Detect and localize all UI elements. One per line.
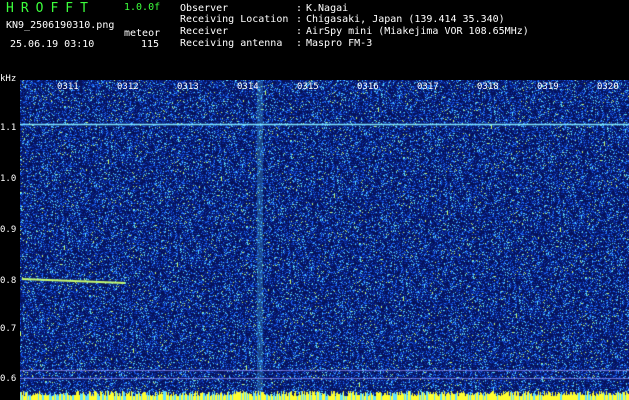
x-tick-label: 0314 <box>237 82 259 92</box>
x-tick-label: 0318 <box>477 82 499 92</box>
antenna-label: Receiving antenna <box>180 38 283 49</box>
filename-label: KN9_2506190310.png <box>6 20 115 31</box>
observer-label: Observer <box>180 3 229 14</box>
x-tick-label: 0315 <box>297 82 319 92</box>
waterfall-spectrogram[interactable] <box>20 80 629 400</box>
x-tick-label: 0313 <box>177 82 199 92</box>
app-title: HROFFT <box>6 1 95 16</box>
mode-label: meteor <box>124 28 161 39</box>
y-tick-label: 0.8 <box>0 276 17 286</box>
y-tick-label: 0.6 <box>0 374 17 384</box>
spectrogram-canvas <box>20 80 629 400</box>
x-tick-label: 0312 <box>117 82 139 92</box>
header-panel: HROFFT 1.0.0f KN9_2506190310.png meteor … <box>0 0 629 78</box>
observer-separator: : <box>296 3 303 14</box>
x-tick-label: 0316 <box>357 82 379 92</box>
location-label: Receiving Location <box>180 14 289 25</box>
y-tick-label: 0.9 <box>0 225 17 235</box>
version-label: 1.0.0f <box>124 2 161 13</box>
antenna-value: Maspro FM-3 <box>306 38 373 49</box>
location-value: Chigasaki, Japan (139.414 35.340) <box>306 14 505 25</box>
receiver-separator: : <box>296 26 303 37</box>
count-label: 115 <box>141 39 160 50</box>
x-tick-label: 0320 <box>597 82 619 92</box>
y-tick-label: 0.7 <box>0 324 17 334</box>
x-tick-label: 0311 <box>57 82 79 92</box>
y-tick-label: 1.1 <box>0 123 17 133</box>
timestamp-label: 25.06.19 03:10 <box>10 39 95 50</box>
receiver-label: Receiver <box>180 26 229 37</box>
receiver-value: AirSpy mini (Miakejima VOR 108.65MHz) <box>306 26 529 37</box>
y-tick-label: 1.0 <box>0 174 17 184</box>
location-separator: : <box>296 14 303 25</box>
x-tick-label: 0319 <box>537 82 559 92</box>
x-tick-label: 0317 <box>417 82 439 92</box>
frequency-unit-label: kHz <box>0 74 17 84</box>
antenna-separator: : <box>296 38 303 49</box>
observer-value: K.Nagai <box>306 3 349 14</box>
